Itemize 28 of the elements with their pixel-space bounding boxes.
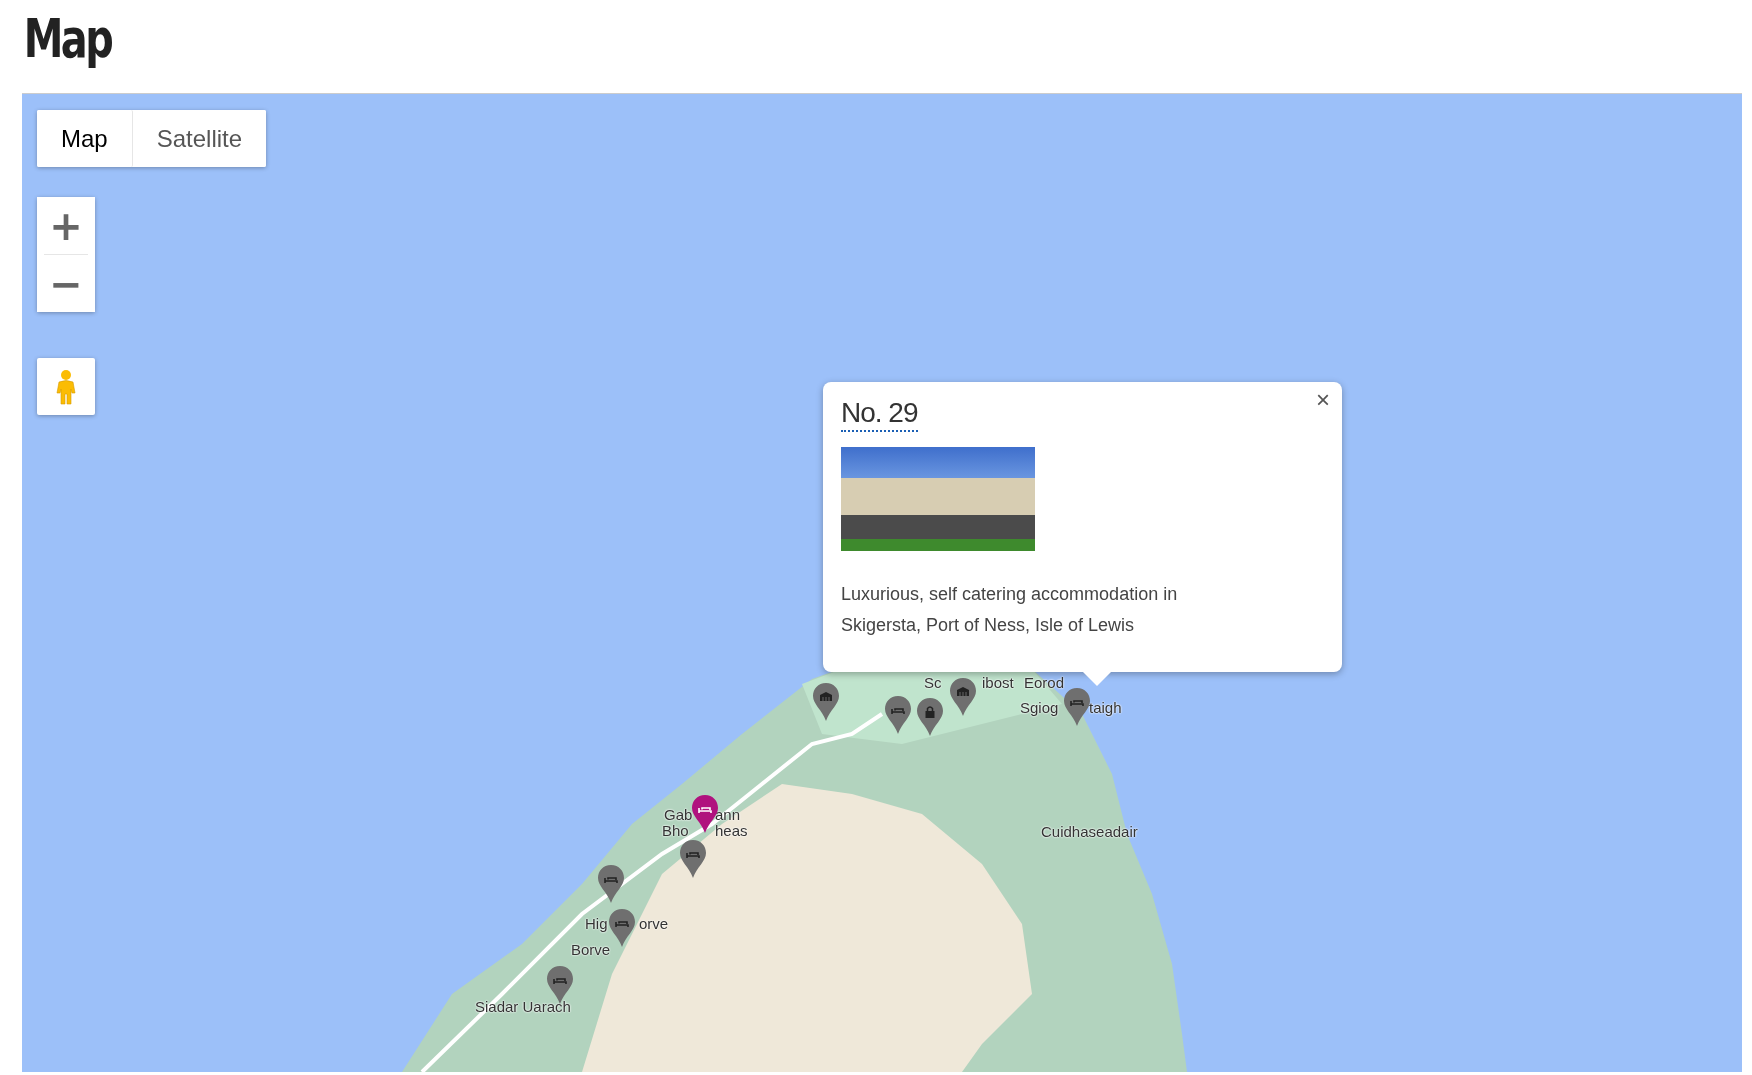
zoom-in-button[interactable]: + [37,197,95,254]
place-label: Borve [571,940,611,958]
bed-pin-icon[interactable] [883,695,913,735]
place-label: Sc [924,673,942,691]
place-label: ann [715,805,741,823]
place-label: Siadar Uarach [475,997,571,1015]
place-label: Eorod [1024,673,1065,691]
zoom-out-button[interactable]: − [37,255,95,312]
building-pin-icon[interactable] [811,682,841,722]
lock-pin-icon[interactable] [915,697,945,737]
place-label: orve [639,914,669,932]
page-title: Map [22,6,113,72]
building-pin-icon[interactable] [948,677,978,717]
map-type-tab[interactable]: Map [37,110,133,167]
place-label: Bho [662,821,689,839]
place-label: ibost [982,673,1014,691]
place-label: Sgiog [1020,698,1059,716]
close-button[interactable]: × [1316,388,1330,412]
info-window-title: No. 29 [841,396,918,432]
place-label: Gab [664,805,693,823]
place-label: heas [715,821,748,839]
place-label: taigh [1089,698,1122,716]
description: Luxurious, self catering accommodation in Skigersta, Port of Ness, Isle of Lewis [841,583,1179,637]
bed-pin-icon[interactable] [678,839,708,879]
place-label: Cuidhaseadair [1041,822,1138,840]
map-type-tab[interactable]: Satellite [132,110,267,167]
bed-pin-icon[interactable] [596,864,626,904]
place-label: Hig [585,914,608,932]
